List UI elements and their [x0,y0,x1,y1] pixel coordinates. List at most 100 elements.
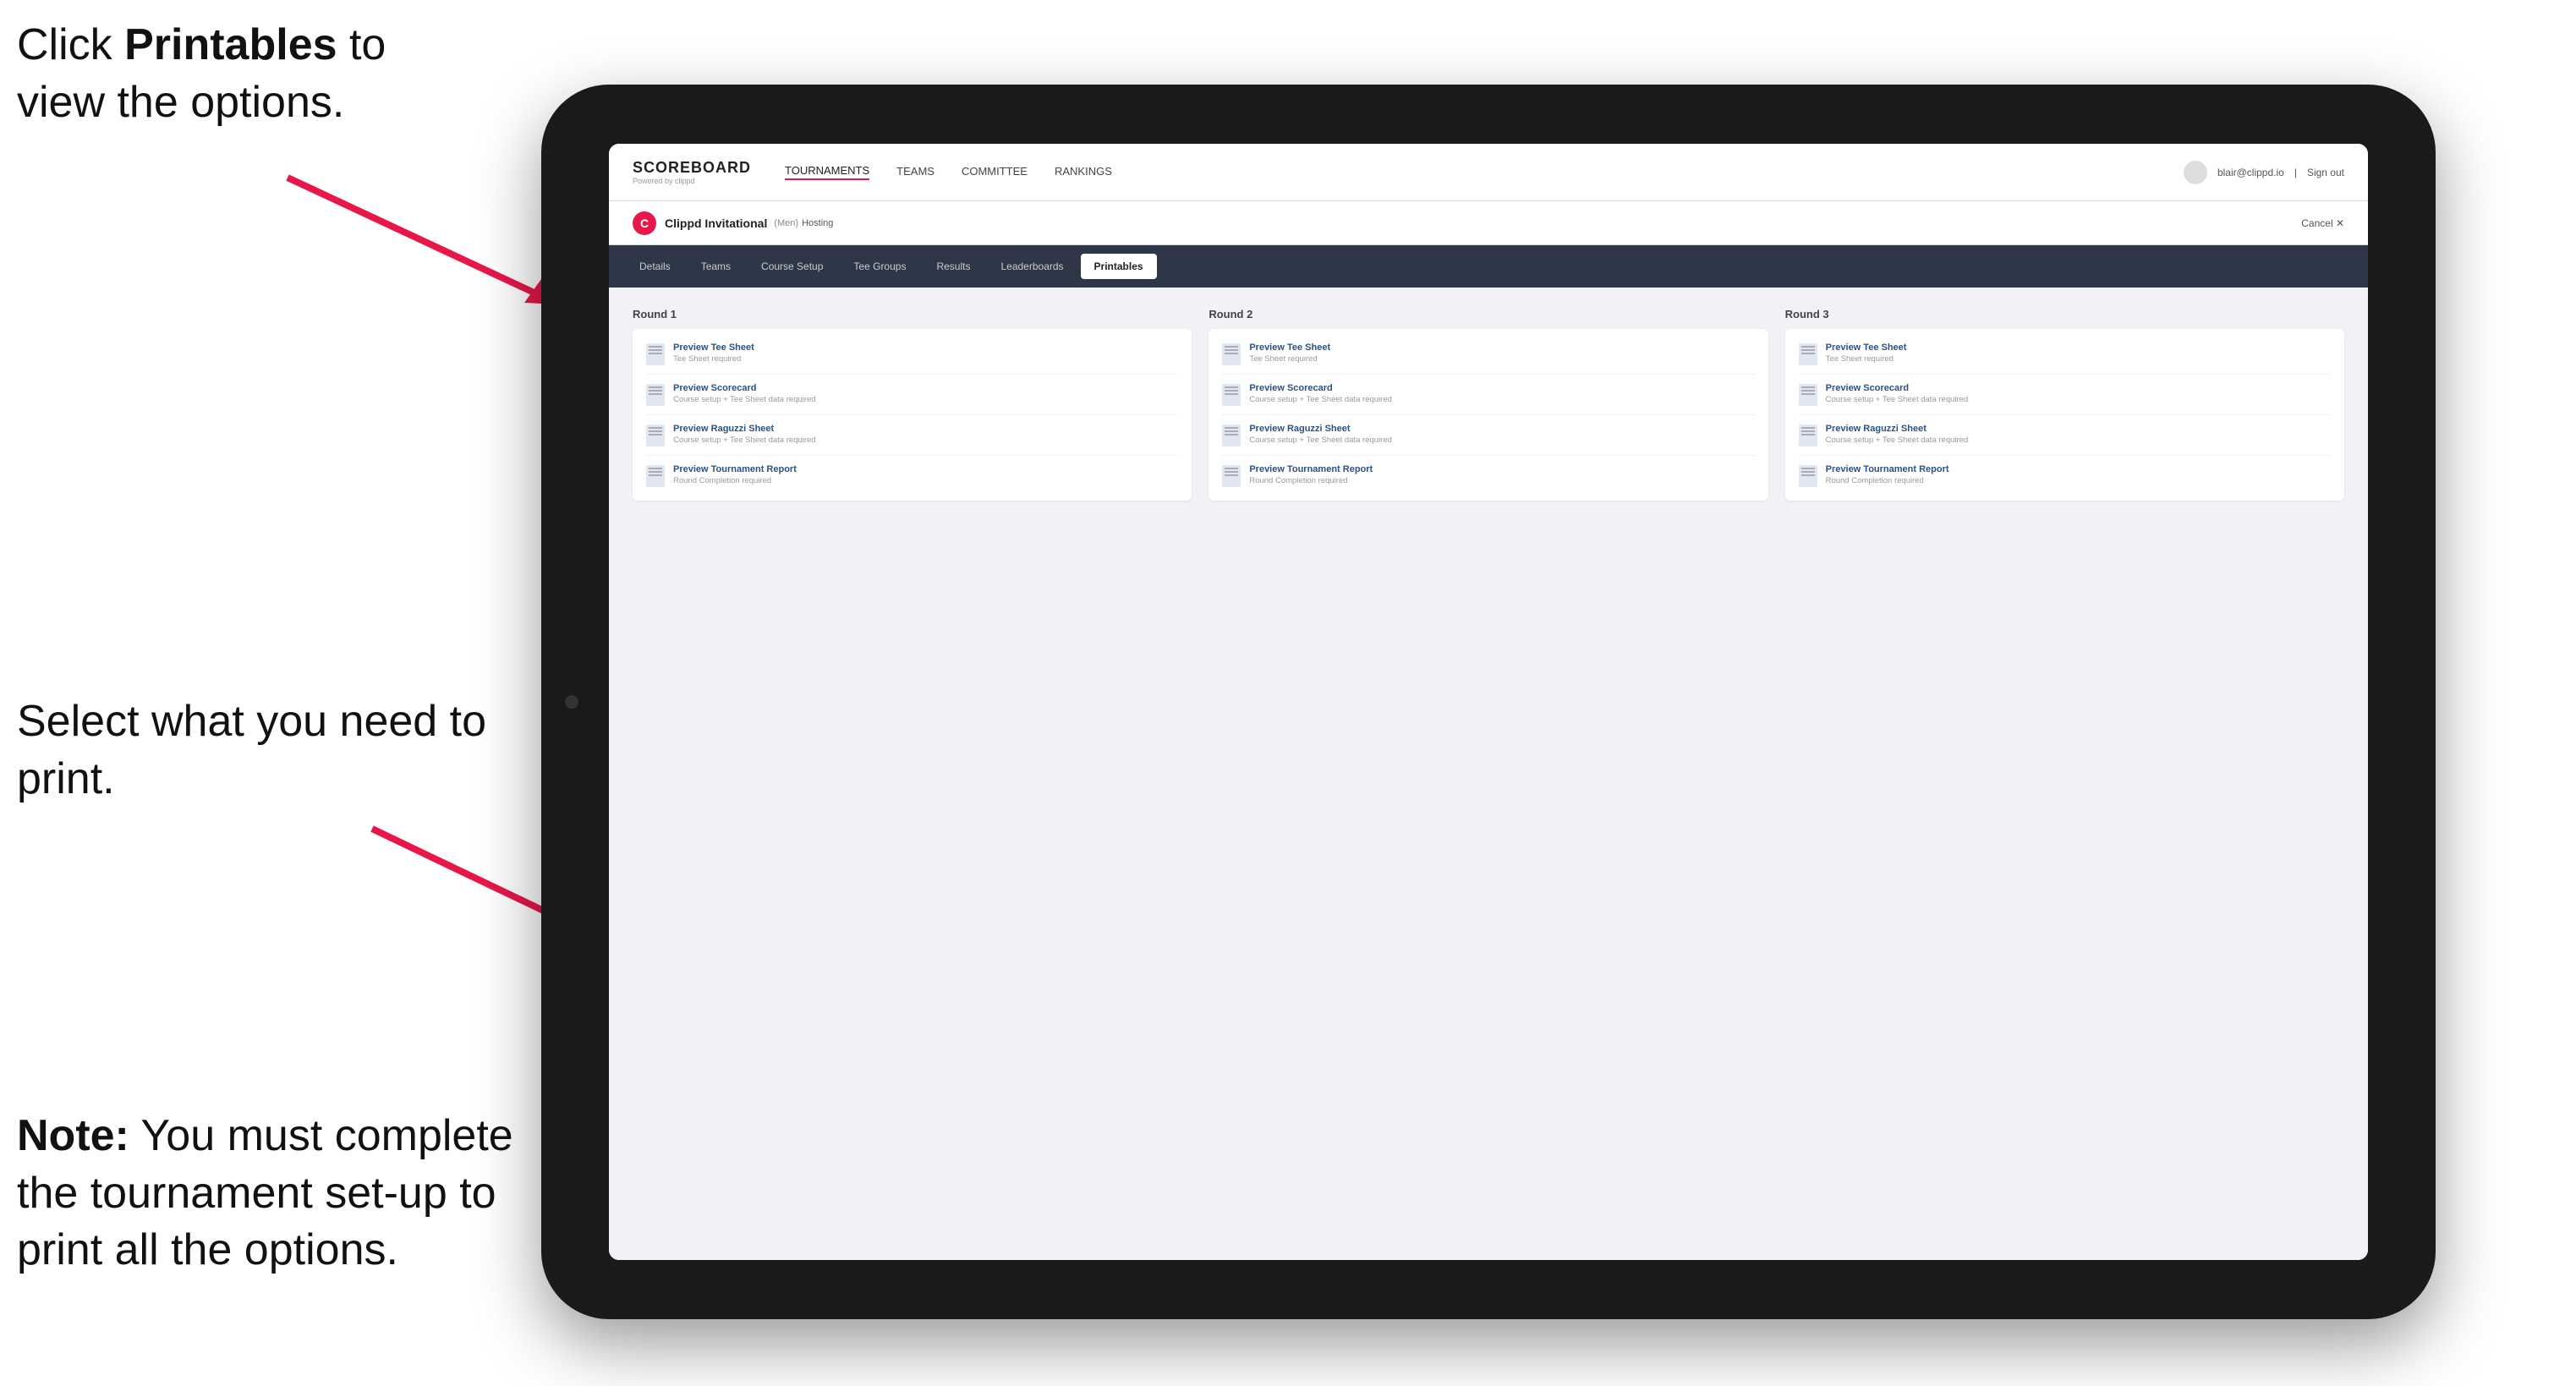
top-nav: SCOREBOARD Powered by clippd TOURNAMENTS… [609,144,2368,201]
tab-tee-groups[interactable]: Tee Groups [840,254,919,279]
sign-out-separator: | [2294,167,2297,178]
tab-results[interactable]: Results [923,254,984,279]
tee-sheet-icon-r3 [1799,343,1817,365]
report-label-r3: Preview Tournament Report [1826,464,1949,474]
raguzzi-icon-r1 [646,425,665,446]
scorecard-sub-r2: Course setup + Tee Sheet data required [1249,395,1392,404]
round-2-title: Round 2 [1209,308,1768,320]
round-1-title: Round 1 [633,308,1192,320]
tab-course-setup[interactable]: Course Setup [748,254,836,279]
raguzzi-sub-r2: Course setup + Tee Sheet data required [1249,436,1392,445]
tournament-tag: (Men) [774,218,798,228]
tab-printables[interactable]: Printables [1081,254,1157,279]
round-2-tee-sheet[interactable]: Preview Tee Sheet Tee Sheet required [1222,342,1754,375]
tab-leaderboards[interactable]: Leaderboards [987,254,1077,279]
rounds-grid: Round 1 Preview Tee Sheet Tee Sheet requ… [633,308,2344,501]
round-2-card: Preview Tee Sheet Tee Sheet required Pre… [1209,329,1768,501]
nav-link-teams[interactable]: TEAMS [896,165,934,179]
round-3-section: Round 3 Preview Tee Sheet Tee Sheet requ… [1785,308,2344,501]
report-text-r3: Preview Tournament Report Round Completi… [1826,464,1949,485]
tournament-name: Clippd Invitational [665,216,767,230]
round-1-tournament-report[interactable]: Preview Tournament Report Round Completi… [646,456,1178,487]
nav-link-committee[interactable]: COMMITTEE [962,165,1028,179]
tablet-screen: SCOREBOARD Powered by clippd TOURNAMENTS… [609,144,2368,1260]
top-nav-right: blair@clippd.io | Sign out [2184,161,2344,184]
tee-sheet-text-r3: Preview Tee Sheet Tee Sheet required [1826,342,1907,364]
sub-nav: Details Teams Course Setup Tee Groups Re… [609,245,2368,288]
tee-sheet-sub-r2: Tee Sheet required [1249,354,1330,364]
nav-link-rankings[interactable]: RANKINGS [1055,165,1112,179]
round-3-tournament-report[interactable]: Preview Tournament Report Round Completi… [1799,456,2331,487]
report-sub-r2: Round Completion required [1249,476,1373,485]
raguzzi-sub-r3: Course setup + Tee Sheet data required [1826,436,1969,445]
raguzzi-label-r3: Preview Raguzzi Sheet [1826,424,1969,434]
round-3-raguzzi[interactable]: Preview Raguzzi Sheet Course setup + Tee… [1799,415,2331,456]
tee-sheet-text-r2: Preview Tee Sheet Tee Sheet required [1249,342,1330,364]
round-1-raguzzi[interactable]: Preview Raguzzi Sheet Course setup + Tee… [646,415,1178,456]
round-3-card: Preview Tee Sheet Tee Sheet required Pre… [1785,329,2344,501]
round-3-tee-sheet[interactable]: Preview Tee Sheet Tee Sheet required [1799,342,2331,375]
report-icon-r2 [1222,465,1241,487]
round-1-card: Preview Tee Sheet Tee Sheet required Pre… [633,329,1192,501]
scorecard-icon-r3 [1799,384,1817,406]
report-icon-r1 [646,465,665,487]
annotation-mid: Select what you need to print. [17,693,507,808]
tee-sheet-text-r1: Preview Tee Sheet Tee Sheet required [673,342,754,364]
report-sub-r1: Round Completion required [673,476,797,485]
cancel-button[interactable]: Cancel ✕ [2301,217,2344,229]
annotation-bottom-bold: Note: [17,1111,129,1160]
tablet-device: SCOREBOARD Powered by clippd TOURNAMENTS… [541,85,2436,1319]
tee-sheet-icon-r1 [646,343,665,365]
annotation-top: Click Printables toview the options. [17,17,507,131]
round-1-section: Round 1 Preview Tee Sheet Tee Sheet requ… [633,308,1192,501]
round-2-scorecard[interactable]: Preview Scorecard Course setup + Tee She… [1222,375,1754,415]
user-email: blair@clippd.io [2217,167,2284,178]
round-1-scorecard[interactable]: Preview Scorecard Course setup + Tee She… [646,375,1178,415]
scorecard-text-r3: Preview Scorecard Course setup + Tee She… [1826,383,1969,404]
report-label-r1: Preview Tournament Report [673,464,797,474]
logo-area: SCOREBOARD Powered by clippd [633,159,751,185]
round-3-scorecard[interactable]: Preview Scorecard Course setup + Tee She… [1799,375,2331,415]
scorecard-icon-r2 [1222,384,1241,406]
scorecard-text-r2: Preview Scorecard Course setup + Tee She… [1249,383,1392,404]
scorecard-sub-r1: Course setup + Tee Sheet data required [673,395,816,404]
round-2-tournament-report[interactable]: Preview Tournament Report Round Completi… [1222,456,1754,487]
tee-sheet-sub-r3: Tee Sheet required [1826,354,1907,364]
round-2-raguzzi[interactable]: Preview Raguzzi Sheet Course setup + Tee… [1222,415,1754,456]
tee-sheet-label-r1: Preview Tee Sheet [673,342,754,353]
raguzzi-text-r3: Preview Raguzzi Sheet Course setup + Tee… [1826,424,1969,445]
arrow-top-icon [237,152,592,321]
logo-title: SCOREBOARD [633,159,751,177]
round-1-tee-sheet[interactable]: Preview Tee Sheet Tee Sheet required [646,342,1178,375]
main-content: Round 1 Preview Tee Sheet Tee Sheet requ… [609,288,2368,1260]
raguzzi-text-r2: Preview Raguzzi Sheet Course setup + Tee… [1249,424,1392,445]
raguzzi-label-r1: Preview Raguzzi Sheet [673,424,816,434]
tab-teams[interactable]: Teams [688,254,744,279]
scorecard-label-r3: Preview Scorecard [1826,383,1969,393]
user-avatar [2184,161,2207,184]
annotation-top-text1: Click [17,20,124,69]
scorecard-text-r1: Preview Scorecard Course setup + Tee She… [673,383,816,404]
scorecard-sub-r3: Course setup + Tee Sheet data required [1826,395,1969,404]
tee-sheet-icon-r2 [1222,343,1241,365]
tee-sheet-label-r2: Preview Tee Sheet [1249,342,1330,353]
sign-out-link[interactable]: Sign out [2307,167,2344,178]
scorecard-label-r2: Preview Scorecard [1249,383,1392,393]
tee-sheet-sub-r1: Tee Sheet required [673,354,754,364]
report-label-r2: Preview Tournament Report [1249,464,1373,474]
scorecard-label-r1: Preview Scorecard [673,383,816,393]
raguzzi-label-r2: Preview Raguzzi Sheet [1249,424,1392,434]
annotation-top-bold: Printables [124,20,337,69]
annotation-bottom: Note: You must complete the tournament s… [17,1108,524,1279]
raguzzi-icon-r2 [1222,425,1241,446]
tournament-status: Hosting [802,218,833,228]
raguzzi-sub-r1: Course setup + Tee Sheet data required [673,436,816,445]
round-3-title: Round 3 [1785,308,2344,320]
logo-sub: Powered by clippd [633,177,751,185]
tab-details[interactable]: Details [626,254,684,279]
scorecard-icon-r1 [646,384,665,406]
tee-sheet-label-r3: Preview Tee Sheet [1826,342,1907,353]
nav-link-tournaments[interactable]: TOURNAMENTS [785,164,869,180]
report-sub-r3: Round Completion required [1826,476,1949,485]
round-2-section: Round 2 Preview Tee Sheet Tee Sheet requ… [1209,308,1768,501]
